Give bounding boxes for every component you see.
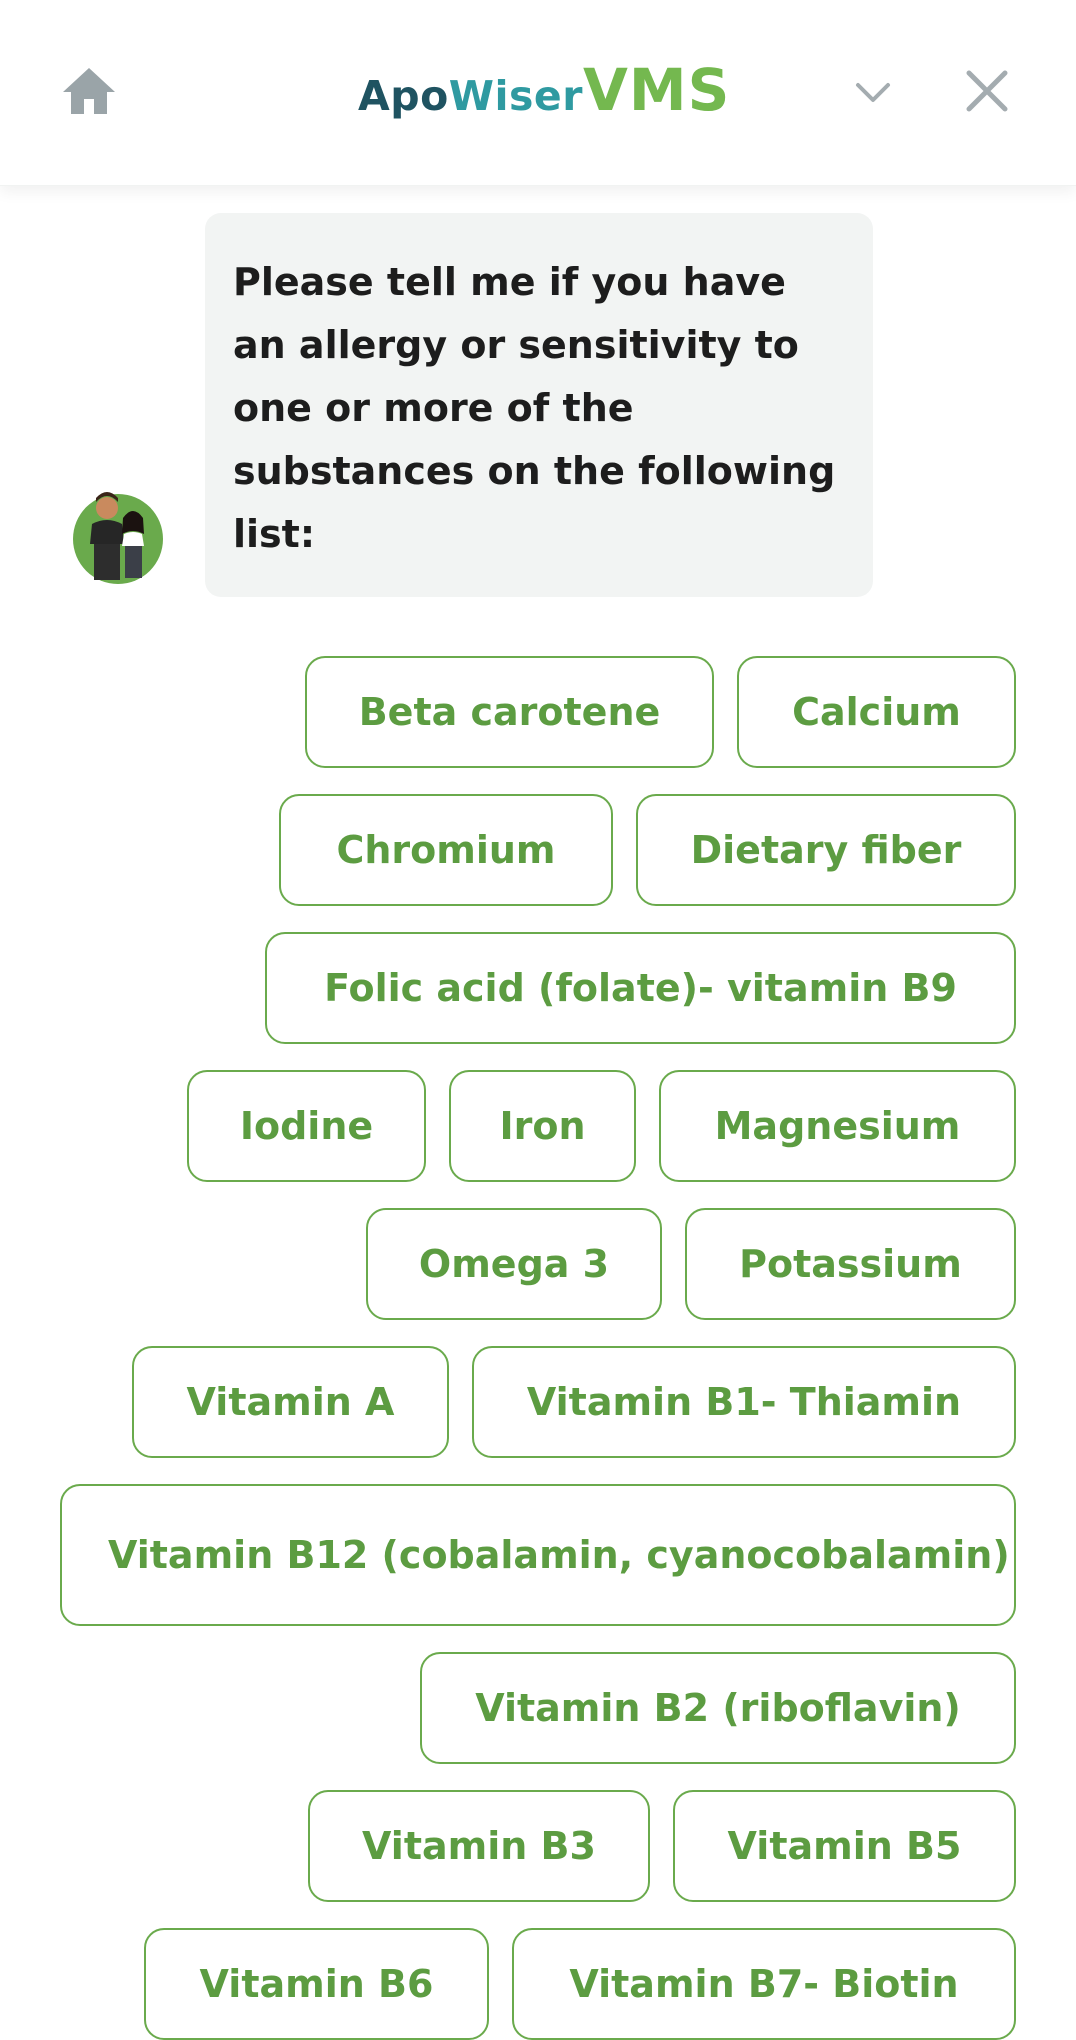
option-chip[interactable]: Vitamin B3 — [308, 1790, 650, 1902]
option-chip[interactable]: Vitamin A — [132, 1346, 449, 1458]
home-icon — [63, 68, 115, 114]
home-button[interactable] — [60, 64, 118, 118]
minimize-button[interactable] — [852, 72, 894, 114]
option-chip[interactable]: Vitamin B1- Thiamin — [472, 1346, 1016, 1458]
option-chip[interactable]: Magnesium — [659, 1070, 1016, 1182]
brand-wiser: Wiser — [448, 72, 583, 120]
option-chip[interactable]: Beta carotene — [305, 656, 714, 768]
brand-logo: ApoWiserVMS — [358, 56, 730, 126]
option-chip[interactable]: Vitamin B7- Biotin — [512, 1928, 1016, 2040]
chat-header: ApoWiserVMS — [0, 0, 1076, 186]
option-chip[interactable]: Iron — [449, 1070, 636, 1182]
option-chip[interactable]: Potassium — [685, 1208, 1016, 1320]
option-chip[interactable]: Chromium — [279, 794, 613, 906]
bot-message-bubble: Please tell me if you have an allergy or… — [205, 213, 873, 597]
option-chip[interactable]: Folic acid (folate)- vitamin B9 — [265, 932, 1016, 1044]
option-chip[interactable]: Vitamin B6 — [144, 1928, 489, 2040]
close-button[interactable] — [962, 66, 1012, 116]
option-chip[interactable]: Vitamin B5 — [673, 1790, 1016, 1902]
chevron-down-icon — [856, 83, 890, 102]
option-chip[interactable]: Vitamin B12 (cobalamin, cyanocobalamin) — [60, 1484, 1016, 1626]
bot-message-text: Please tell me if you have an allergy or… — [233, 260, 836, 556]
option-chip[interactable]: Dietary fiber — [636, 794, 1016, 906]
option-chip[interactable]: Vitamin B2 (riboflavin) — [420, 1652, 1016, 1764]
brand-apo: Apo — [358, 72, 449, 120]
close-icon — [966, 70, 1008, 112]
option-chip[interactable]: Calcium — [737, 656, 1016, 768]
option-chip[interactable]: Omega 3 — [366, 1208, 662, 1320]
brand-vms: VMS — [582, 56, 731, 124]
option-chip[interactable]: Iodine — [187, 1070, 426, 1182]
bot-avatar — [68, 484, 168, 584]
